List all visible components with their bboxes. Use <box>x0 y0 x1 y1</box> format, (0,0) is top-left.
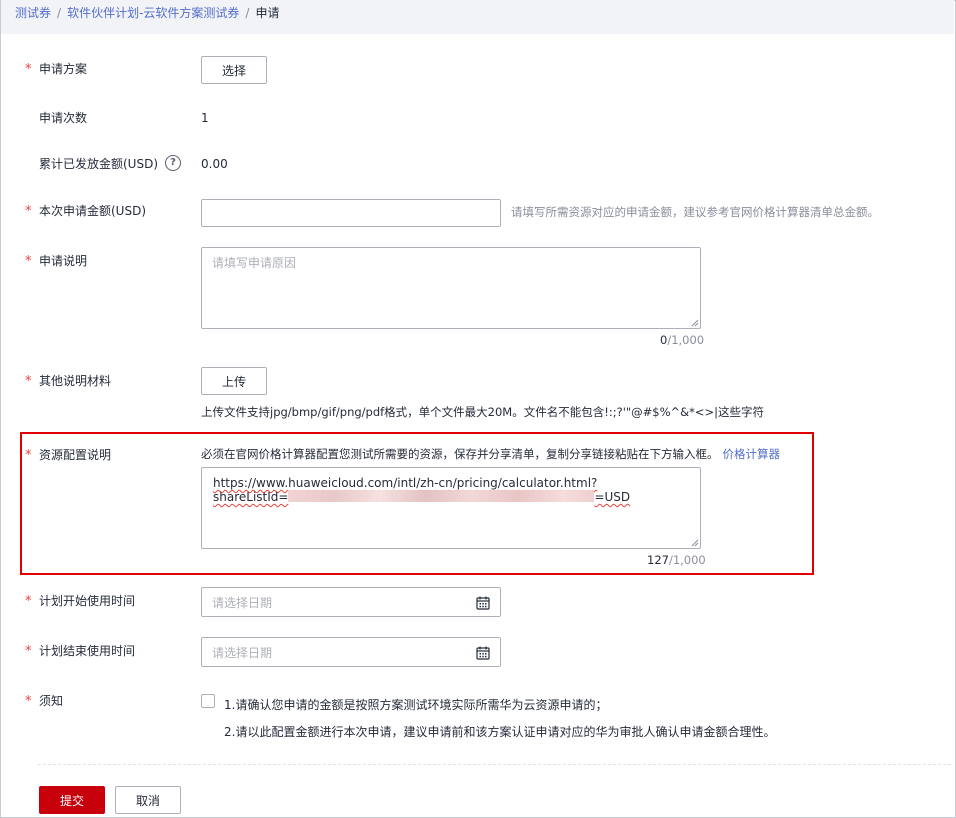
count-label: 申请次数 <box>39 111 88 125</box>
required-mark: * <box>25 254 32 269</box>
notice-checkbox[interactable] <box>201 694 215 708</box>
end-date-picker[interactable]: 请选择日期 <box>201 637 501 667</box>
resize-handle-icon[interactable] <box>691 539 699 547</box>
breadcrumb-separator: / <box>57 6 62 20</box>
required-mark: * <box>25 448 32 463</box>
url-line1: https://www.huaweicloud.com/intl/zh-cn/p… <box>213 476 598 490</box>
calendar-icon[interactable] <box>476 596 490 610</box>
select-plan-button[interactable]: 选择 <box>201 56 267 84</box>
start-date-picker[interactable]: 请选择日期 <box>201 587 501 617</box>
start-date-placeholder: 请选择日期 <box>212 596 273 610</box>
breadcrumb: 测试券 / 软件伙伴计划-云软件方案测试券 / 申请 <box>15 5 279 21</box>
issued-amount-label: 累计已发放金额(USD) <box>39 157 159 171</box>
calendar-icon[interactable] <box>476 646 490 660</box>
submit-button[interactable]: 提交 <box>39 786 105 814</box>
required-mark: * <box>25 694 32 709</box>
resource-instruction-text: 必须在官网价格计算器配置您测试所需要的资源，保存并分享清单，复制分享链接粘贴在下… <box>201 447 719 461</box>
count-value: 1 <box>201 111 209 125</box>
notice-line2: 2.请以此配置金额进行本次申请，建议申请前和该方案认证申请对应的华为审批人确认申… <box>224 725 776 739</box>
breadcrumb-current: 申请 <box>255 6 280 20</box>
end-date-placeholder: 请选择日期 <box>212 646 273 660</box>
resource-char-counter: 127/1,000 <box>647 553 706 567</box>
amount-label: 本次申请金额(USD) <box>39 204 147 218</box>
breadcrumb-link-test-vouchers[interactable]: 测试券 <box>15 6 51 20</box>
divider <box>38 764 951 765</box>
start-date-label: 计划开始使用时间 <box>39 594 136 608</box>
help-icon[interactable]: ? <box>165 155 181 171</box>
reason-textarea[interactable]: 请填写申请原因 <box>201 247 701 329</box>
reason-char-counter: 0/1,000 <box>660 333 705 347</box>
required-mark: * <box>25 644 32 659</box>
breadcrumb-separator: / <box>245 6 250 20</box>
resize-handle-icon[interactable] <box>691 319 699 327</box>
issued-amount-value: 0.00 <box>201 157 228 171</box>
breadcrumb-link-partner-program[interactable]: 软件伙伴计划-云软件方案测试券 <box>67 6 239 20</box>
cancel-button[interactable]: 取消 <box>115 786 181 814</box>
required-mark: * <box>25 374 32 389</box>
notice-line1: 1.请确认您申请的金额是按照方案测试环境实际所需华为云资源申请的； <box>224 698 608 712</box>
price-calculator-link[interactable]: 价格计算器 <box>723 447 781 461</box>
required-mark: * <box>25 62 32 77</box>
url-line2-suffix: =USD <box>594 490 631 504</box>
breadcrumb-bar: 测试券 / 软件伙伴计划-云软件方案测试券 / 申请 <box>1 0 954 34</box>
amount-hint: 请填写所需资源对应的申请金额，建议参考官网价格计算器清单总金额。 <box>511 205 879 219</box>
required-mark: * <box>25 594 32 609</box>
amount-input[interactable] <box>201 199 501 227</box>
plan-label: 申请方案 <box>39 62 88 76</box>
url-line2-prefix: shareListId= <box>213 490 289 504</box>
required-mark: * <box>25 204 32 219</box>
materials-label: 其他说明材料 <box>39 374 112 388</box>
upload-button[interactable]: 上传 <box>201 367 267 395</box>
resource-instruction: 必须在官网价格计算器配置您测试所需要的资源，保存并分享清单，复制分享链接粘贴在下… <box>201 446 780 462</box>
notice-label: 须知 <box>39 694 64 708</box>
resource-url: https://www.huaweicloud.com/intl/zh-cn/p… <box>213 476 630 504</box>
end-date-label: 计划结束使用时间 <box>39 644 136 658</box>
upload-hint: 上传文件支持jpg/bmp/gif/png/pdf格式，单个文件最大20M。文件… <box>201 405 765 419</box>
resource-textarea[interactable]: https://www.huaweicloud.com/intl/zh-cn/p… <box>201 467 701 549</box>
reason-placeholder: 请填写申请原因 <box>212 256 297 270</box>
redacted-region <box>288 490 595 502</box>
reason-label: 申请说明 <box>39 254 88 268</box>
resource-label: 资源配置说明 <box>39 448 112 462</box>
